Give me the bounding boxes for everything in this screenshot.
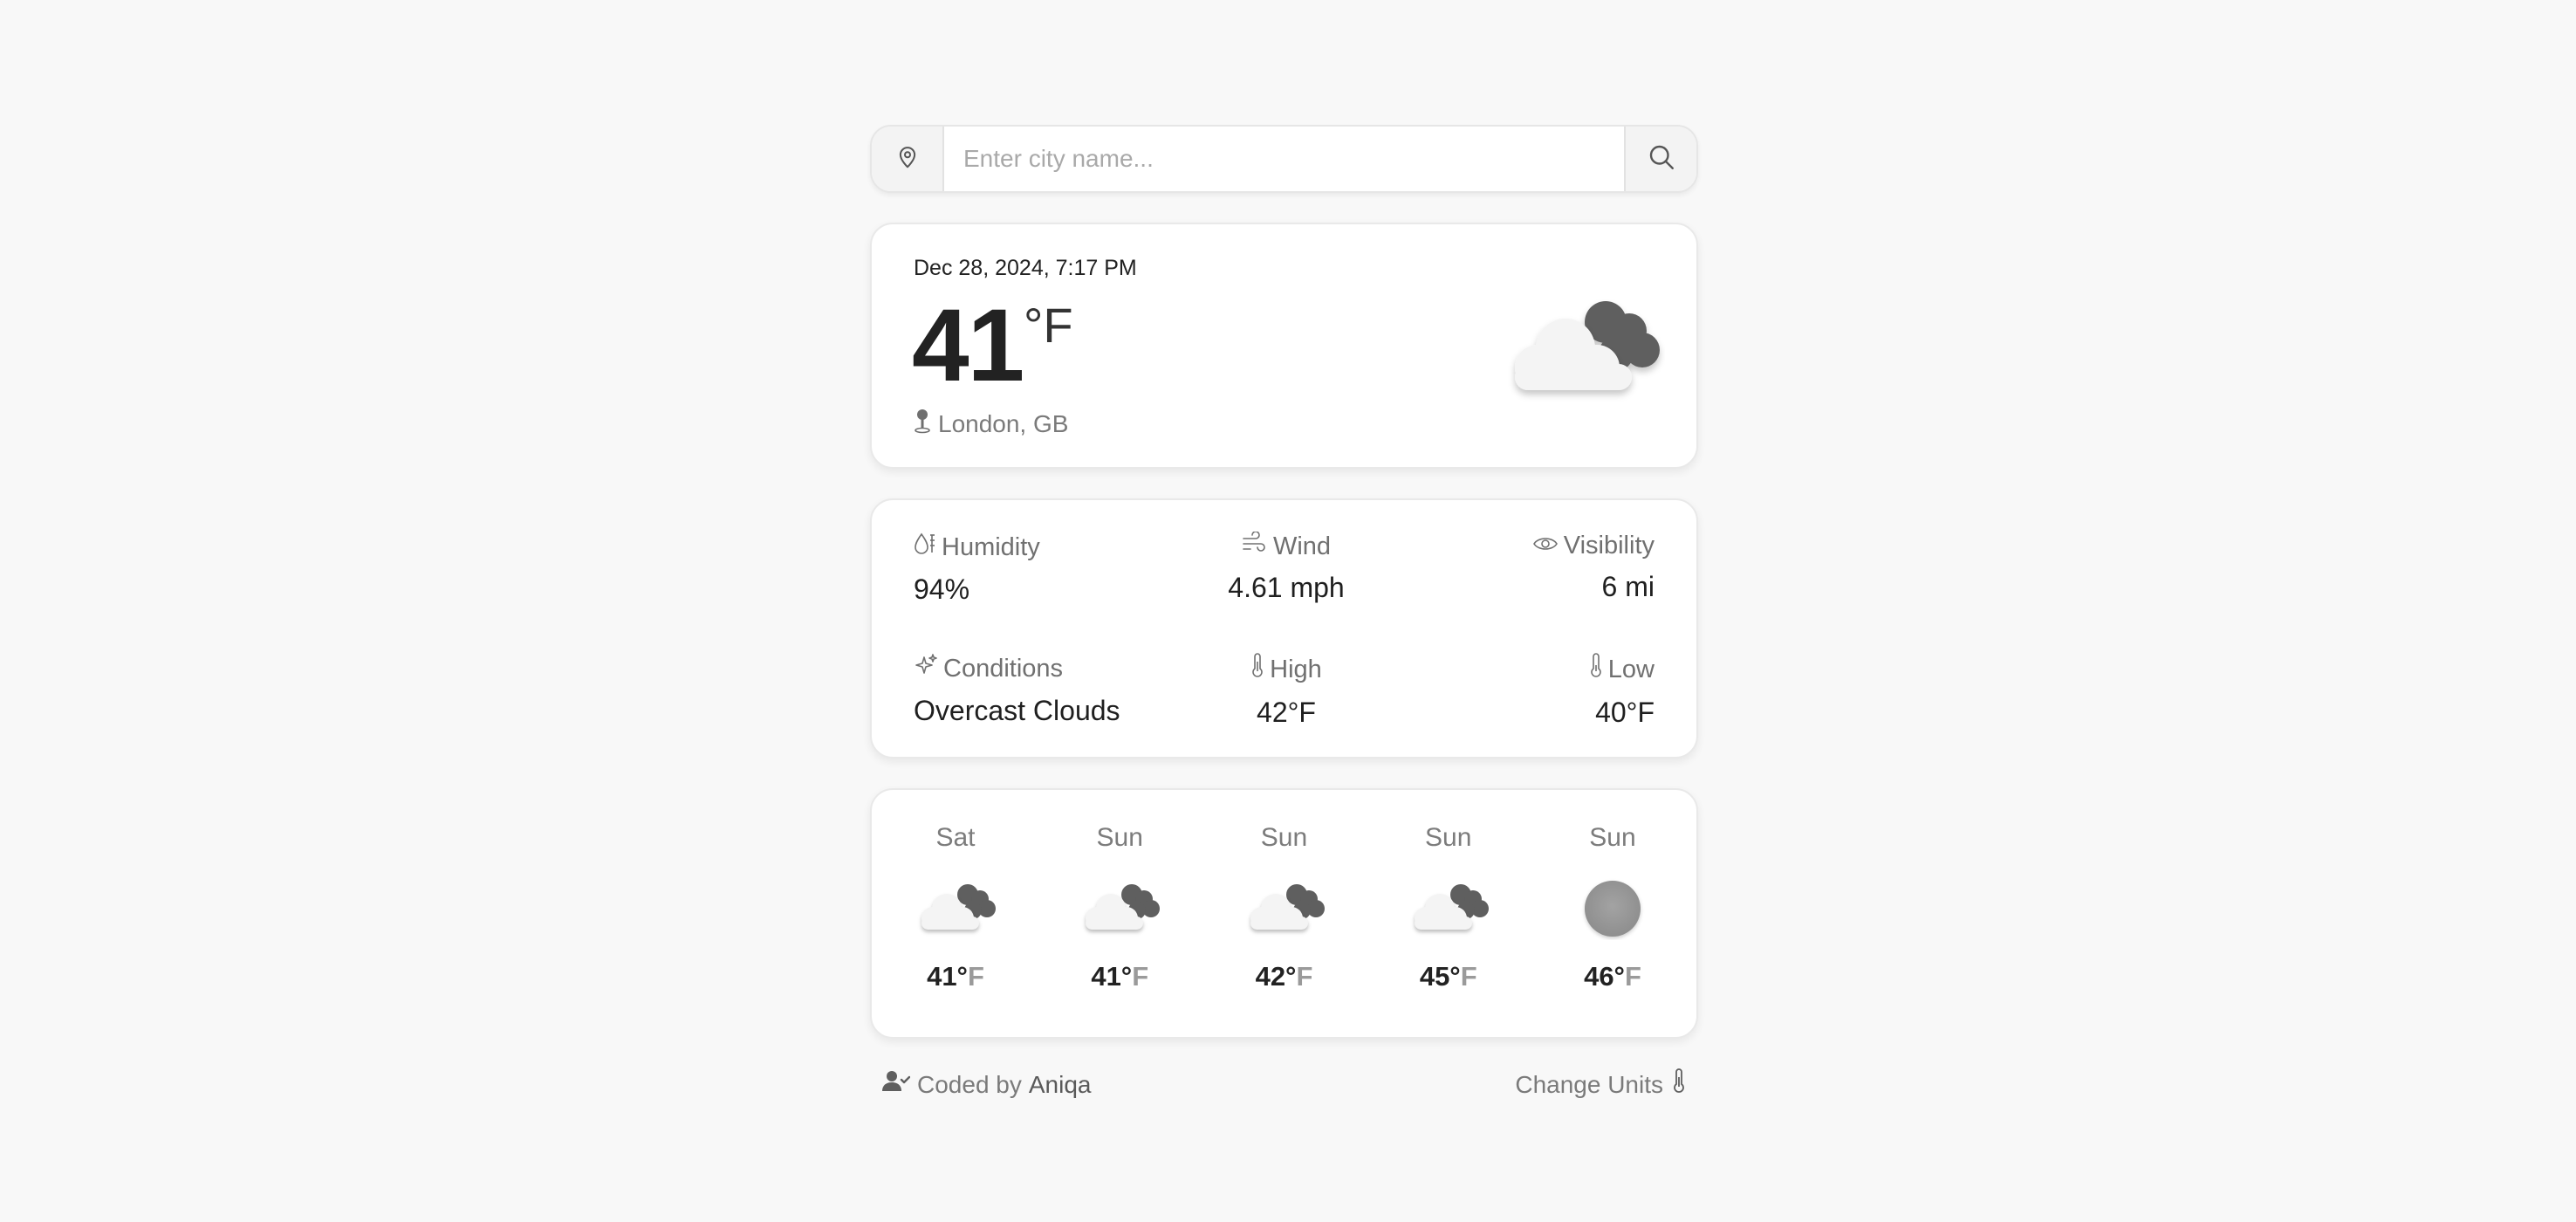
thermometer-icon	[1589, 653, 1603, 686]
thermometer-icon	[1250, 653, 1264, 686]
forecast-temperature: 41°F	[1091, 961, 1148, 992]
wind-detail: Wind 4.61 mph	[1155, 531, 1417, 604]
high-detail: High 42°F	[1155, 653, 1417, 729]
forecast-day-name: Sat	[935, 823, 976, 852]
current-datetime: Dec 28, 2024, 7:17 PM	[914, 256, 1137, 280]
humidity-detail: Humidity 94%	[914, 532, 1175, 606]
temperature-unit: °F	[1024, 298, 1073, 353]
cloud-icon	[1503, 292, 1665, 407]
low-value: 40°F	[1595, 697, 1655, 728]
user-check-icon	[882, 1070, 911, 1099]
high-value: 42°F	[1257, 697, 1316, 728]
search-icon	[1646, 141, 1677, 177]
visibility-label: Visibility	[1563, 532, 1655, 560]
forecast-day: Sun 41°F	[1076, 790, 1163, 1037]
current-location-button[interactable]	[872, 127, 944, 191]
forecast-day-name: Sun	[1260, 823, 1308, 852]
forecast-temperature: 46°F	[1584, 961, 1641, 992]
cloud-icon	[1243, 874, 1326, 944]
credit: Coded by Aniqa	[882, 1070, 1092, 1099]
location-pin-icon	[914, 408, 931, 440]
wind-icon	[1242, 531, 1268, 561]
search-bar	[870, 125, 1698, 193]
forecast-temperature: 41°F	[927, 961, 984, 992]
change-units-button[interactable]: Change Units	[1515, 1068, 1686, 1101]
humidity-label: Humidity	[942, 532, 1040, 561]
forecast-temp-unit: F	[1296, 961, 1313, 992]
weather-app: Dec 28, 2024, 7:17 PM 41 °F London, GB	[870, 125, 1698, 1101]
cloud-icon	[1078, 874, 1161, 944]
search-button[interactable]	[1624, 127, 1696, 191]
forecast-day: Sun 45°F	[1405, 790, 1492, 1037]
forecast-temp-value: 42°	[1255, 961, 1297, 992]
forecast-day-name: Sun	[1589, 823, 1636, 852]
map-pin-icon	[894, 142, 921, 176]
forecast-temp-value: 46°	[1584, 961, 1625, 992]
forecast-temp-value: 45°	[1419, 961, 1461, 992]
thermometer-icon	[1672, 1068, 1686, 1101]
cloud-icon	[1407, 874, 1490, 944]
author-link[interactable]: Aniqa	[1029, 1071, 1092, 1099]
forecast-temperature: 45°F	[1420, 961, 1477, 992]
high-label: High	[1270, 655, 1322, 683]
city-search-input[interactable]	[944, 127, 1624, 191]
forecast-day: Sat 41°F	[912, 790, 999, 1037]
forecast-temp-value: 41°	[1091, 961, 1133, 992]
current-weather-card: Dec 28, 2024, 7:17 PM 41 °F London, GB	[870, 223, 1698, 469]
forecast-temp-unit: F	[1460, 961, 1477, 992]
moon-icon	[1571, 874, 1655, 944]
current-temperature: 41	[912, 288, 1024, 403]
forecast-card: Sat 41°F Sun 41°F Sun 42°F Sun 45°F Sun …	[870, 788, 1698, 1039]
current-location: London, GB	[914, 408, 1068, 440]
low-label: Low	[1607, 655, 1655, 683]
change-units-label: Change Units	[1515, 1070, 1663, 1098]
forecast-day-name: Sun	[1425, 823, 1472, 852]
weather-details-card: Humidity 94% Wind 4.61 mph Visibility 6 …	[870, 498, 1698, 759]
low-detail: Low 40°F	[1393, 653, 1655, 729]
forecast-day-name: Sun	[1096, 823, 1143, 852]
forecast-day: Sun 42°F	[1241, 790, 1328, 1037]
forecast-temp-value: 41°	[927, 961, 968, 992]
footer: Coded by Aniqa Change Units	[870, 1068, 1698, 1101]
forecast-temp-unit: F	[1132, 961, 1149, 992]
humidity-value: 94%	[914, 573, 970, 605]
forecast-temp-unit: F	[1624, 961, 1641, 992]
forecast-day: Sun 46°F	[1569, 790, 1656, 1037]
sparkles-icon	[914, 653, 938, 684]
forecast-temp-unit: F	[967, 961, 984, 992]
conditions-value: Overcast Clouds	[914, 695, 1120, 726]
cloud-icon	[914, 874, 997, 944]
credit-prefix: Coded by	[917, 1070, 1022, 1098]
eye-icon	[1532, 532, 1559, 560]
wind-label: Wind	[1272, 532, 1332, 560]
humidity-icon	[914, 532, 936, 563]
forecast-temperature: 42°F	[1256, 961, 1313, 992]
conditions-detail: Conditions Overcast Clouds	[914, 653, 1175, 727]
location-name: London, GB	[938, 409, 1069, 437]
conditions-label: Conditions	[943, 654, 1064, 683]
visibility-detail: Visibility 6 mi	[1393, 532, 1655, 603]
wind-value: 4.61 mph	[1228, 572, 1345, 603]
visibility-value: 6 mi	[1601, 571, 1655, 602]
